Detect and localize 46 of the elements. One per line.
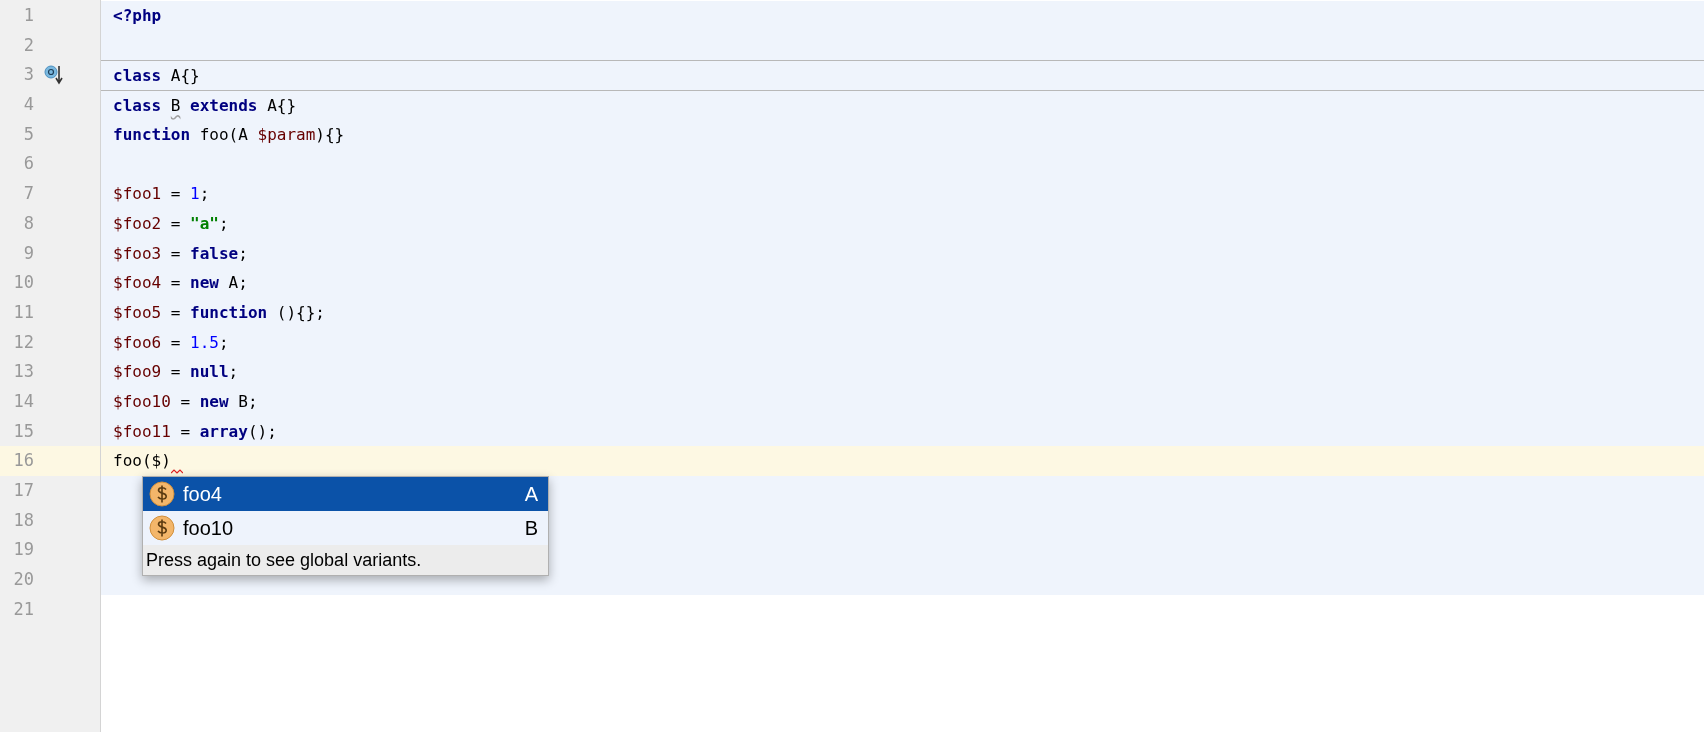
completion-item[interactable]: foo4 A xyxy=(143,477,548,511)
line-number: 6 xyxy=(22,152,34,176)
code-line: foo($) xyxy=(113,450,171,473)
line-number: 21 xyxy=(12,597,34,621)
code-line: <?php xyxy=(113,5,162,27)
line-number: 2 xyxy=(22,33,34,57)
implemented-marker-icon[interactable] xyxy=(44,64,64,87)
line-number: 12 xyxy=(12,330,34,354)
code-line: $foo9 = null; xyxy=(113,361,239,384)
type-label: B xyxy=(524,516,538,540)
line-number: 15 xyxy=(12,419,34,443)
variable-name: foo4 xyxy=(183,482,223,506)
code-line: $foo3 = false; xyxy=(113,242,248,265)
line-number: 4 xyxy=(22,93,34,117)
line-number: 18 xyxy=(12,508,34,532)
code-line: class A{} xyxy=(113,65,200,88)
variable-icon xyxy=(149,481,175,507)
code-line: $foo5 = function (){}; xyxy=(113,301,325,324)
code-line: $foo2 = "a"; xyxy=(113,212,229,235)
line-number: 3 xyxy=(22,63,34,87)
line-number: 19 xyxy=(12,538,34,562)
line-number: 1 xyxy=(22,4,34,27)
code-line: class B extends A{} xyxy=(113,95,297,118)
line-number: 16 xyxy=(12,449,34,473)
line-number: 11 xyxy=(12,300,34,324)
line-number: 17 xyxy=(12,479,34,502)
variable-name: foo10 xyxy=(183,516,235,540)
variable-icon xyxy=(149,515,175,541)
line-number: 7 xyxy=(22,182,34,206)
line-number: 13 xyxy=(12,360,34,384)
completion-item[interactable]: foo10 B xyxy=(143,511,548,545)
line-number: 8 xyxy=(22,211,34,235)
line-number: 9 xyxy=(22,241,34,265)
line-number: 14 xyxy=(12,389,34,413)
code-line: $foo4 = new A; xyxy=(113,272,248,295)
error-squiggle xyxy=(170,469,183,474)
line-number: 10 xyxy=(12,271,34,295)
code-line: $foo6 = 1.5; xyxy=(113,331,229,354)
code-line: $foo11 = array(); xyxy=(113,420,277,443)
code-line: $foo10 = new B; xyxy=(113,390,258,413)
line-number: 20 xyxy=(12,568,34,592)
type-label: A xyxy=(524,482,538,506)
code-line: function foo(A $param){} xyxy=(113,123,345,146)
popup-hint: Press again to see global variants. xyxy=(143,545,548,575)
code-line: $foo1 = 1; xyxy=(113,183,210,206)
line-number: 5 xyxy=(22,122,34,146)
